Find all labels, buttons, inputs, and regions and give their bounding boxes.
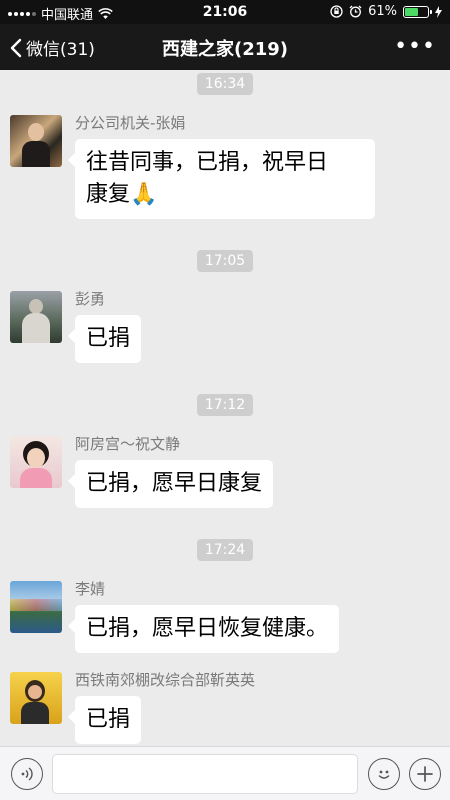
input-bar (0, 746, 450, 800)
status-bar: 中国联通 21:06 61% (0, 0, 450, 24)
emoji-icon (378, 770, 390, 779)
alarm-icon (349, 5, 362, 18)
sender-name: 分公司机关-张娟 (75, 114, 186, 132)
sender-name: 西铁南郊棚改综合部靳英英 (75, 671, 256, 689)
message-bubble[interactable]: 已捐，愿早日恢复健康。 (67, 605, 340, 653)
battery-icon (403, 5, 432, 18)
status-left: 中国联通 (8, 4, 113, 23)
message-bubble[interactable]: 已捐，愿早日康复 (67, 460, 274, 508)
timestamp: 17:12 (0, 394, 450, 416)
more-actions-button[interactable] (409, 758, 441, 790)
avatar[interactable] (10, 291, 62, 343)
message-bubble[interactable]: 已捐 (67, 315, 142, 363)
chat-area[interactable]: 16:34 分公司机关-张娟 往昔同事，已捐，祝早日 康复🙏 17:05 彭勇 … (0, 70, 450, 746)
signal-icon (8, 11, 36, 16)
wifi-icon (98, 7, 113, 19)
message-input[interactable] (52, 754, 358, 794)
chevron-left-icon (10, 38, 22, 57)
back-button[interactable]: 微信(31) (10, 35, 95, 60)
voice-icon (21, 767, 33, 781)
emoji-button[interactable] (368, 758, 400, 790)
avatar[interactable] (10, 672, 62, 724)
timestamp: 16:34 (0, 73, 450, 95)
status-right: 61% (330, 4, 442, 19)
voice-button[interactable] (11, 758, 43, 790)
more-button[interactable]: ••• (394, 34, 436, 59)
message-bubble[interactable]: 已捐 (67, 696, 142, 744)
plus-icon (417, 766, 433, 782)
sender-name: 李婧 (75, 580, 106, 598)
battery-percent: 61% (368, 4, 397, 19)
carrier-label: 中国联通 (41, 8, 94, 23)
avatar[interactable] (10, 581, 62, 633)
orientation-lock-icon (330, 5, 343, 18)
charging-icon (435, 5, 442, 18)
back-label: 微信(31) (26, 40, 95, 60)
sender-name: 彭勇 (75, 290, 106, 308)
message-bubble[interactable]: 往昔同事，已捐，祝早日 康复🙏 (68, 139, 375, 219)
avatar[interactable] (10, 115, 62, 167)
sender-name: 阿房宫～祝文静 (75, 435, 181, 453)
chat-header: 微信(31) 西建之家(219) ••• (0, 24, 450, 70)
timestamp: 17:24 (0, 539, 450, 561)
timestamp: 17:05 (0, 250, 450, 272)
avatar[interactable] (10, 436, 62, 488)
